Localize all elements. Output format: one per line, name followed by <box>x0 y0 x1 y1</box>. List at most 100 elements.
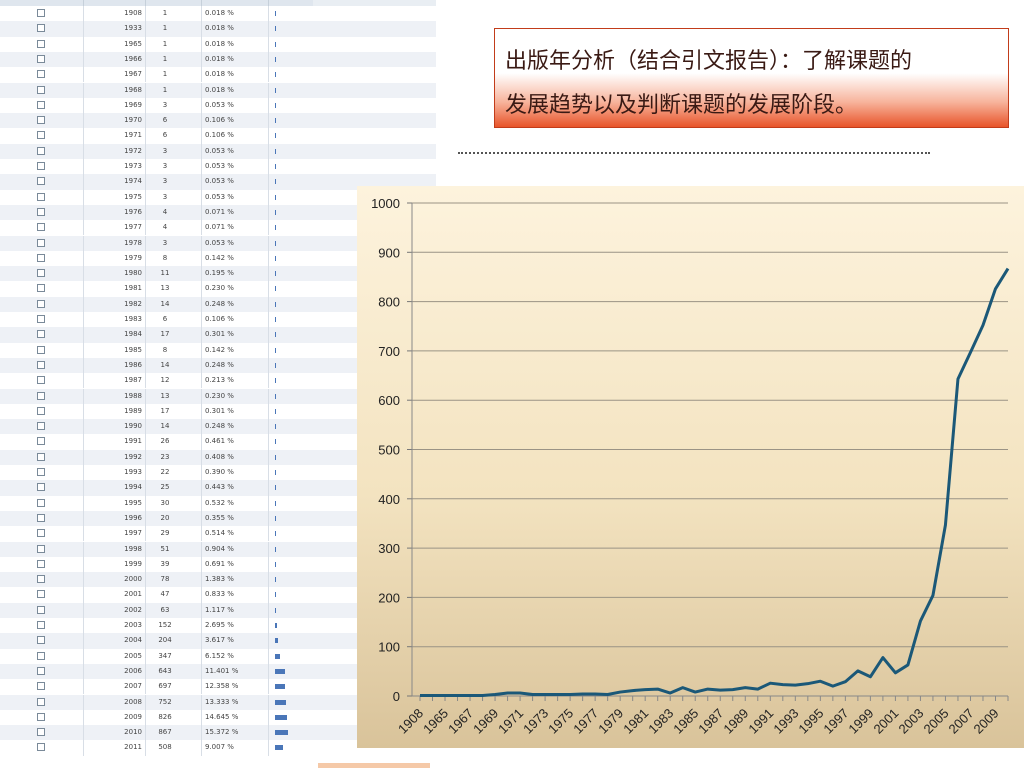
row-checkbox[interactable] <box>37 70 45 79</box>
row-year: 1908 <box>124 9 142 17</box>
row-percent: 0.018 % <box>205 9 234 17</box>
row-checkbox[interactable] <box>37 85 45 94</box>
row-checkbox[interactable] <box>37 468 45 476</box>
column-divider <box>268 67 269 83</box>
row-percent-bar <box>275 699 287 705</box>
column-divider <box>145 204 146 221</box>
row-checkbox[interactable] <box>37 406 45 415</box>
y-tick-label: 400 <box>378 492 400 507</box>
row-checkbox[interactable] <box>37 621 45 629</box>
row-checkbox[interactable] <box>37 223 45 232</box>
row-checkbox[interactable] <box>37 116 45 125</box>
row-checkbox[interactable] <box>37 100 45 109</box>
row-percent: 0.248 % <box>205 422 234 431</box>
column-divider <box>268 602 269 618</box>
row-percent-bar <box>275 332 276 338</box>
column-divider <box>201 113 202 129</box>
row-checkbox[interactable] <box>37 131 45 140</box>
row-checkbox[interactable] <box>37 269 45 278</box>
row-checkbox[interactable] <box>37 54 45 63</box>
row-checkbox[interactable] <box>37 605 45 614</box>
row-checkbox[interactable] <box>37 376 45 385</box>
row-checkbox[interactable] <box>37 437 45 446</box>
row-checkbox[interactable] <box>37 712 45 721</box>
row-checkbox[interactable] <box>37 238 45 247</box>
row-checkbox[interactable] <box>37 559 45 568</box>
column-divider <box>201 51 202 68</box>
row-checkbox[interactable] <box>37 422 45 431</box>
column-divider <box>268 51 269 68</box>
row-checkbox[interactable] <box>37 284 45 293</box>
row-checkbox[interactable] <box>37 391 45 400</box>
y-tick-label: 900 <box>378 245 400 260</box>
row-checkbox[interactable] <box>37 162 45 170</box>
row-checkbox[interactable] <box>37 452 45 461</box>
row-checkbox[interactable] <box>37 728 45 737</box>
row-checkbox[interactable] <box>37 207 45 216</box>
column-divider <box>83 403 84 420</box>
row-checkbox[interactable] <box>37 697 45 706</box>
column-divider <box>83 663 84 680</box>
row-checkbox[interactable] <box>37 9 45 17</box>
row-checkbox[interactable] <box>37 146 45 155</box>
column-divider <box>268 725 269 741</box>
row-checkbox[interactable] <box>37 192 45 201</box>
row-percent: 0.301 % <box>205 406 234 415</box>
row-checkbox[interactable] <box>37 330 45 339</box>
column-divider <box>83 250 84 267</box>
row-checkbox[interactable] <box>37 39 45 48</box>
column-divider <box>145 373 146 389</box>
column-divider <box>268 618 269 634</box>
row-checkbox[interactable] <box>37 590 45 599</box>
row-count: 17 <box>160 406 170 415</box>
row-checkbox[interactable] <box>37 513 45 522</box>
column-divider <box>268 419 269 435</box>
row-count: 1 <box>162 9 168 17</box>
row-checkbox[interactable] <box>37 651 45 660</box>
column-divider <box>201 174 202 190</box>
row-percent: 0.230 % <box>205 284 234 293</box>
column-divider <box>268 403 269 420</box>
column-divider <box>145 648 146 664</box>
row-percent: 0.053 % <box>205 192 234 201</box>
row-year: 2011 <box>124 743 142 752</box>
row-percent: 0.461 % <box>205 437 234 446</box>
row-count: 3 <box>162 192 168 201</box>
row-count: 8 <box>162 253 168 262</box>
row-checkbox[interactable] <box>37 483 45 492</box>
row-checkbox[interactable] <box>37 299 45 308</box>
column-divider <box>83 357 84 374</box>
row-year: 1991 <box>124 437 142 446</box>
row-checkbox[interactable] <box>37 529 45 538</box>
row-year: 2000 <box>124 575 142 584</box>
column-divider <box>83 235 84 251</box>
column-divider <box>83 113 84 129</box>
column-divider <box>268 128 269 144</box>
row-percent-bar <box>275 41 276 47</box>
row-checkbox[interactable] <box>37 177 45 186</box>
row-checkbox[interactable] <box>37 360 45 369</box>
row-checkbox[interactable] <box>37 24 45 33</box>
column-divider <box>268 373 269 389</box>
row-year: 2006 <box>124 666 142 675</box>
row-percent: 0.053 % <box>205 100 234 109</box>
row-count: 4 <box>162 223 168 232</box>
row-percent-bar <box>275 393 276 399</box>
row-checkbox[interactable] <box>37 345 45 354</box>
row-checkbox[interactable] <box>37 636 45 645</box>
row-checkbox[interactable] <box>37 743 45 752</box>
column-divider <box>268 648 269 664</box>
row-checkbox[interactable] <box>37 575 45 584</box>
row-percent-bar <box>275 500 276 506</box>
row-checkbox[interactable] <box>37 666 45 675</box>
column-divider <box>268 357 269 374</box>
row-checkbox[interactable] <box>37 544 45 553</box>
row-checkbox[interactable] <box>37 253 45 262</box>
row-count: 6 <box>162 131 168 140</box>
bottom-action-chip[interactable] <box>318 763 430 768</box>
row-checkbox[interactable] <box>37 682 45 691</box>
row-count: 11 <box>160 269 170 278</box>
row-checkbox[interactable] <box>37 498 45 507</box>
row-checkbox[interactable] <box>37 315 45 323</box>
row-percent-bar <box>275 133 276 139</box>
